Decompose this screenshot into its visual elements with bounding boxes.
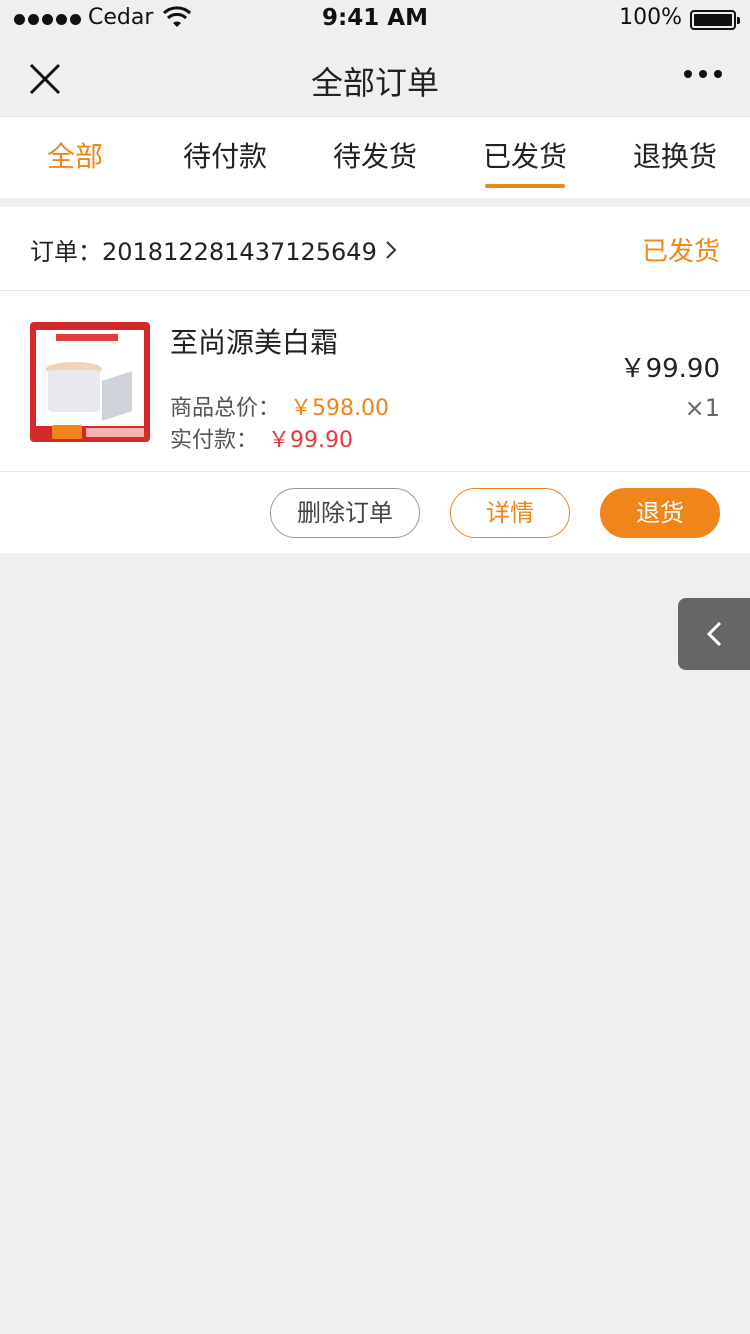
chevron-left-icon [706, 621, 722, 647]
chevron-right-icon [386, 240, 397, 259]
floating-back-button[interactable] [678, 598, 750, 670]
paid-amount-value: ￥99.90 [268, 428, 353, 453]
battery-percentage: 100% [619, 5, 682, 30]
tab-pending-shipment[interactable]: 待发货 [300, 117, 450, 198]
more-dots-icon[interactable] [684, 70, 722, 78]
page-title: 全部订单 [310, 64, 439, 102]
order-number: 订单：201812281437125649 [30, 238, 377, 266]
detail-button[interactable]: 详情 [450, 488, 570, 538]
order-tabs: 全部 待付款 待发货 已发货 退换货 [0, 116, 750, 198]
order-actions: 删除订单 详情 退货 [0, 473, 750, 553]
return-button[interactable]: 退货 [600, 488, 720, 538]
product-thumbnail[interactable] [30, 322, 150, 442]
order-list-screen: Cedar 9:41 AM 100% 全部订单 全部 待付款 待发货 已发货 退… [0, 0, 750, 1334]
paid-amount-line: 实付款： ￥99.90 [170, 422, 353, 454]
order-card: 订单：201812281437125649 已发货 至尚源美白霜 商品总价： ￥5… [0, 207, 750, 553]
total-price-label: 商品总价： [170, 396, 281, 421]
battery-icon [690, 10, 740, 30]
paid-amount-label: 实付款： [170, 428, 259, 453]
order-header: 订单：201812281437125649 已发货 [0, 207, 750, 291]
tab-pending-payment[interactable]: 待付款 [150, 117, 300, 198]
delete-order-button[interactable]: 删除订单 [270, 488, 420, 538]
total-price-line: 商品总价： ￥598.00 [170, 390, 389, 422]
quantity: ×1 [684, 394, 720, 422]
product-name: 至尚源美白霜 [170, 326, 339, 359]
order-status: 已发货 [641, 237, 720, 267]
tab-all[interactable]: 全部 [0, 117, 150, 198]
order-number-link[interactable]: 订单：201812281437125649 [30, 232, 397, 267]
product-row[interactable]: 至尚源美白霜 商品总价： ￥598.00 实付款： ￥99.90 ￥99.90 ×1 [0, 292, 750, 472]
tab-shipped[interactable]: 已发货 [450, 117, 600, 198]
tab-returns[interactable]: 退换货 [600, 117, 750, 198]
nav-bar: 全部订单 [0, 40, 750, 116]
status-bar: Cedar 9:41 AM 100% [0, 0, 750, 40]
unit-price: ￥99.90 [619, 354, 720, 384]
total-price-value: ￥598.00 [290, 396, 389, 421]
